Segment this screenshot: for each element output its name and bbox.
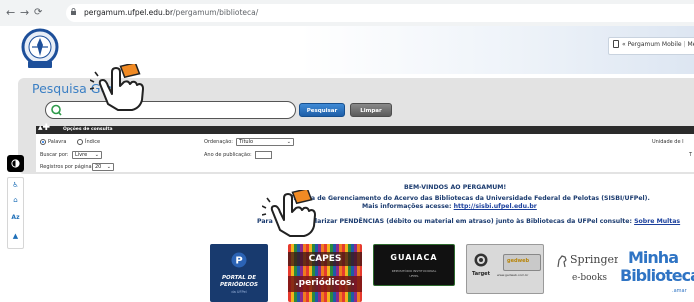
buscar-select[interactable]: Livre ⌄	[72, 151, 102, 159]
sisbi-link[interactable]: http://sisbi.ufpel.edu.br	[454, 203, 537, 210]
url-text: pergamum.ufpel.edu.br/pergamum/bibliotec…	[84, 8, 259, 17]
ufpel-seal-logo	[21, 28, 59, 68]
portal-p-icon: P	[231, 252, 247, 268]
tile4-left: Target	[472, 271, 490, 277]
registros-select[interactable]: 20 ⌄	[92, 163, 114, 171]
tile4-url: www.gedweb.com.br	[497, 273, 529, 277]
welcome-line2: Mais informações acesse: http://sisbi.uf…	[362, 203, 537, 210]
tile1-line1: PORTAL DE	[221, 275, 257, 281]
tile2-line1: CAPES	[308, 254, 342, 264]
springer-ebooks-tile[interactable]: Springer e-books	[550, 246, 618, 294]
registros-label: Registros por página:	[40, 164, 94, 170]
clear-button[interactable]: Limpar	[350, 103, 392, 117]
sobre-multas-link[interactable]: Sobre Multas	[634, 218, 680, 225]
ordenacao-select[interactable]: Título ⌄	[236, 138, 294, 146]
pointing-hand-cursor-icon-2	[262, 190, 316, 237]
reload-icon[interactable]: ⟳	[34, 7, 42, 19]
pergamum-mobile-link[interactable]: « Pergamum Mobile | Me	[622, 41, 694, 48]
ordenacao-label: Ordenação:	[204, 139, 233, 145]
search-button[interactable]: Pesquisar	[299, 103, 345, 117]
minha-biblioteca-tile[interactable]: Minha Biblioteca .amar	[620, 244, 694, 302]
capes-periodicos-tile[interactable]: CAPES .periódicos.	[288, 244, 362, 302]
welcome-heading: BEM-VINDOS AO PERGAMUM!	[404, 184, 507, 191]
tile1-line2: PERIÓDICOS	[219, 282, 259, 288]
welcome-line1: Sistema de Gerenciamento do Acervo das B…	[287, 195, 650, 202]
tile6-line1: Minha	[628, 248, 679, 267]
expand-plus-icon[interactable]: ▴✚	[38, 124, 50, 133]
forward-arrow-icon[interactable]: →	[20, 7, 29, 19]
search-icon	[51, 104, 62, 116]
springer-horse-icon	[557, 255, 567, 268]
home-icon[interactable]: ⌂	[7, 196, 24, 204]
contrast-icon	[11, 159, 20, 168]
tile6-tag: .amar	[672, 288, 687, 294]
options-panel	[36, 134, 694, 172]
target-gedweb-tile[interactable]: Target gedweb www.gedweb.com.br	[466, 244, 544, 294]
svg-text:P: P	[235, 256, 242, 267]
tile4-right: gedweb	[507, 258, 530, 264]
tile6-line2: Biblioteca	[620, 266, 694, 285]
radio-palavra-label: Palavra	[48, 139, 67, 145]
unidade-label: Unidade de I	[652, 139, 684, 145]
tile2-line2: .periódicos.	[295, 278, 355, 288]
ano-input[interactable]	[255, 151, 272, 159]
tile5-line2: e-books	[572, 273, 608, 283]
options-bar-title: Opções de consulta	[63, 127, 113, 132]
pointing-hand-cursor-icon	[90, 64, 144, 111]
tile1-line3: da UFPel	[231, 290, 247, 294]
portal-periodicos-tile[interactable]: P PORTAL DE PERIÓDICOS da UFPel	[210, 244, 268, 302]
tile3-line2: REPOSITÓRIO INSTITUCIONAL	[391, 269, 437, 273]
font-size-icon[interactable]: Az	[7, 214, 24, 221]
guaiaca-tile[interactable]: GUAIACA REPOSITÓRIO INSTITUCIONAL UFPEL	[373, 244, 455, 286]
radio-indice[interactable]	[77, 139, 83, 145]
ano-label: Ano de publicação:	[204, 152, 252, 158]
accessibility-icon[interactable]: ♿	[7, 181, 24, 189]
options-bar[interactable]	[36, 126, 694, 134]
mobile-phone-icon	[613, 40, 619, 48]
tile3-line1: GUAIACA	[390, 253, 438, 262]
tile5-line1: Springer	[570, 253, 618, 266]
radio-indice-label: Índice	[85, 139, 101, 145]
lock-icon	[71, 8, 76, 15]
scroll-up-icon[interactable]: ▲	[7, 232, 24, 240]
right-cut-label: T	[689, 152, 693, 158]
target-logo-icon	[474, 253, 488, 267]
search-input[interactable]	[45, 101, 296, 119]
buscar-label: Buscar por:	[40, 152, 69, 158]
radio-palavra[interactable]	[40, 139, 46, 145]
back-arrow-icon[interactable]: ←	[6, 7, 15, 19]
tile3-line3: UFPEL	[409, 274, 419, 278]
